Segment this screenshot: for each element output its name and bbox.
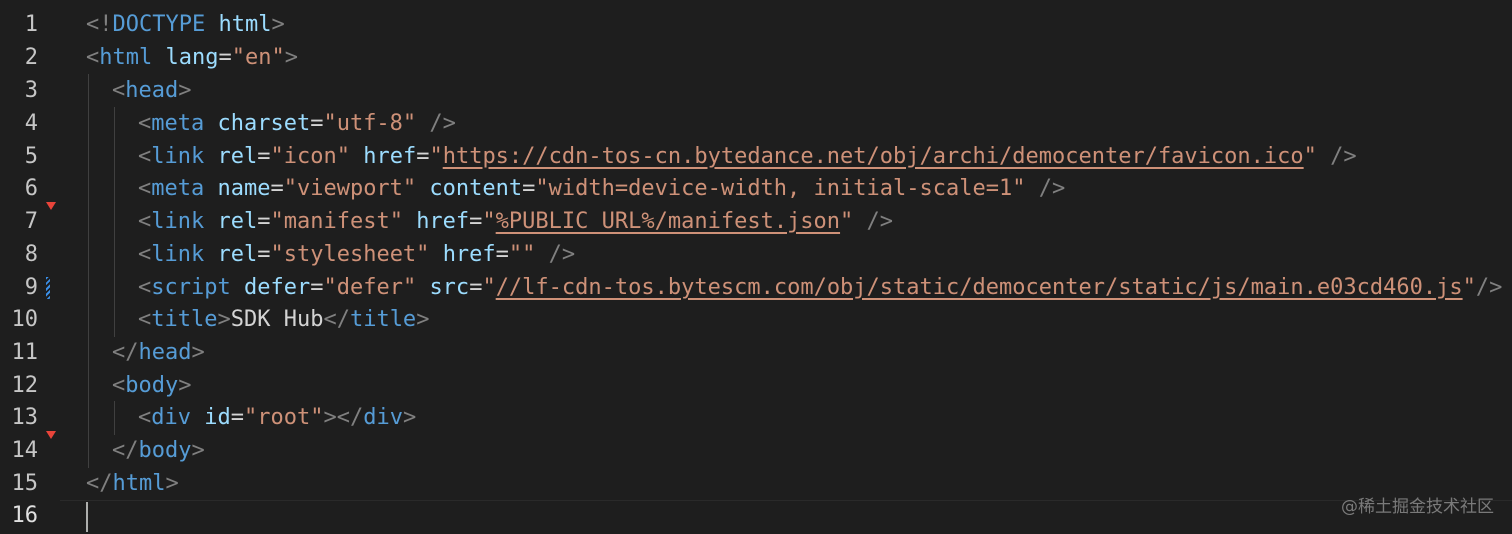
- watermark: @稀土掘金技术社区: [1341, 497, 1494, 517]
- code-line-13: <div id="root"></div>: [138, 405, 417, 430]
- code-line-11: </head>: [112, 340, 205, 365]
- code-line-6: <meta name="viewport" content="width=dev…: [138, 176, 1066, 201]
- current-line-highlight: [60, 500, 1512, 534]
- code-line-14: </body>: [112, 438, 205, 463]
- manifest-url-link[interactable]: %PUBLIC_URL%/manifest.json: [496, 209, 840, 234]
- code-line-8: <link rel="stylesheet" href="" />: [138, 242, 576, 267]
- code-line-7: <link rel="manifest" href="%PUBLIC_URL%/…: [138, 209, 894, 234]
- code-line-4: <meta charset="utf-8" />: [138, 111, 456, 136]
- code-line-3: <head>: [112, 78, 192, 103]
- code-line-15: </html>: [86, 471, 179, 496]
- code-line-2: <html lang="en">: [86, 45, 298, 70]
- code-line-10: <title>SDK Hub</title>: [138, 307, 430, 332]
- script-src-url-link[interactable]: //lf-cdn-tos.bytescm.com/obj/static/demo…: [496, 275, 1463, 300]
- text-cursor: [86, 502, 88, 532]
- code-line-5: <link rel="icon" href="https://cdn-tos-c…: [138, 144, 1357, 169]
- code-editor[interactable]: 1 2 3 4 5 6 7 8 9 10 11 12 13 14 15 16 <…: [0, 0, 1512, 534]
- code-area[interactable]: <!DOCTYPE html> <html lang="en"> <head> …: [0, 0, 1512, 534]
- code-line-1: <!DOCTYPE html>: [86, 12, 285, 37]
- favicon-url-link[interactable]: https://cdn-tos-cn.bytedance.net/obj/arc…: [443, 144, 1304, 169]
- code-line-12: <body>: [112, 373, 192, 398]
- code-line-9: <script defer="defer" src="//lf-cdn-tos.…: [138, 275, 1503, 300]
